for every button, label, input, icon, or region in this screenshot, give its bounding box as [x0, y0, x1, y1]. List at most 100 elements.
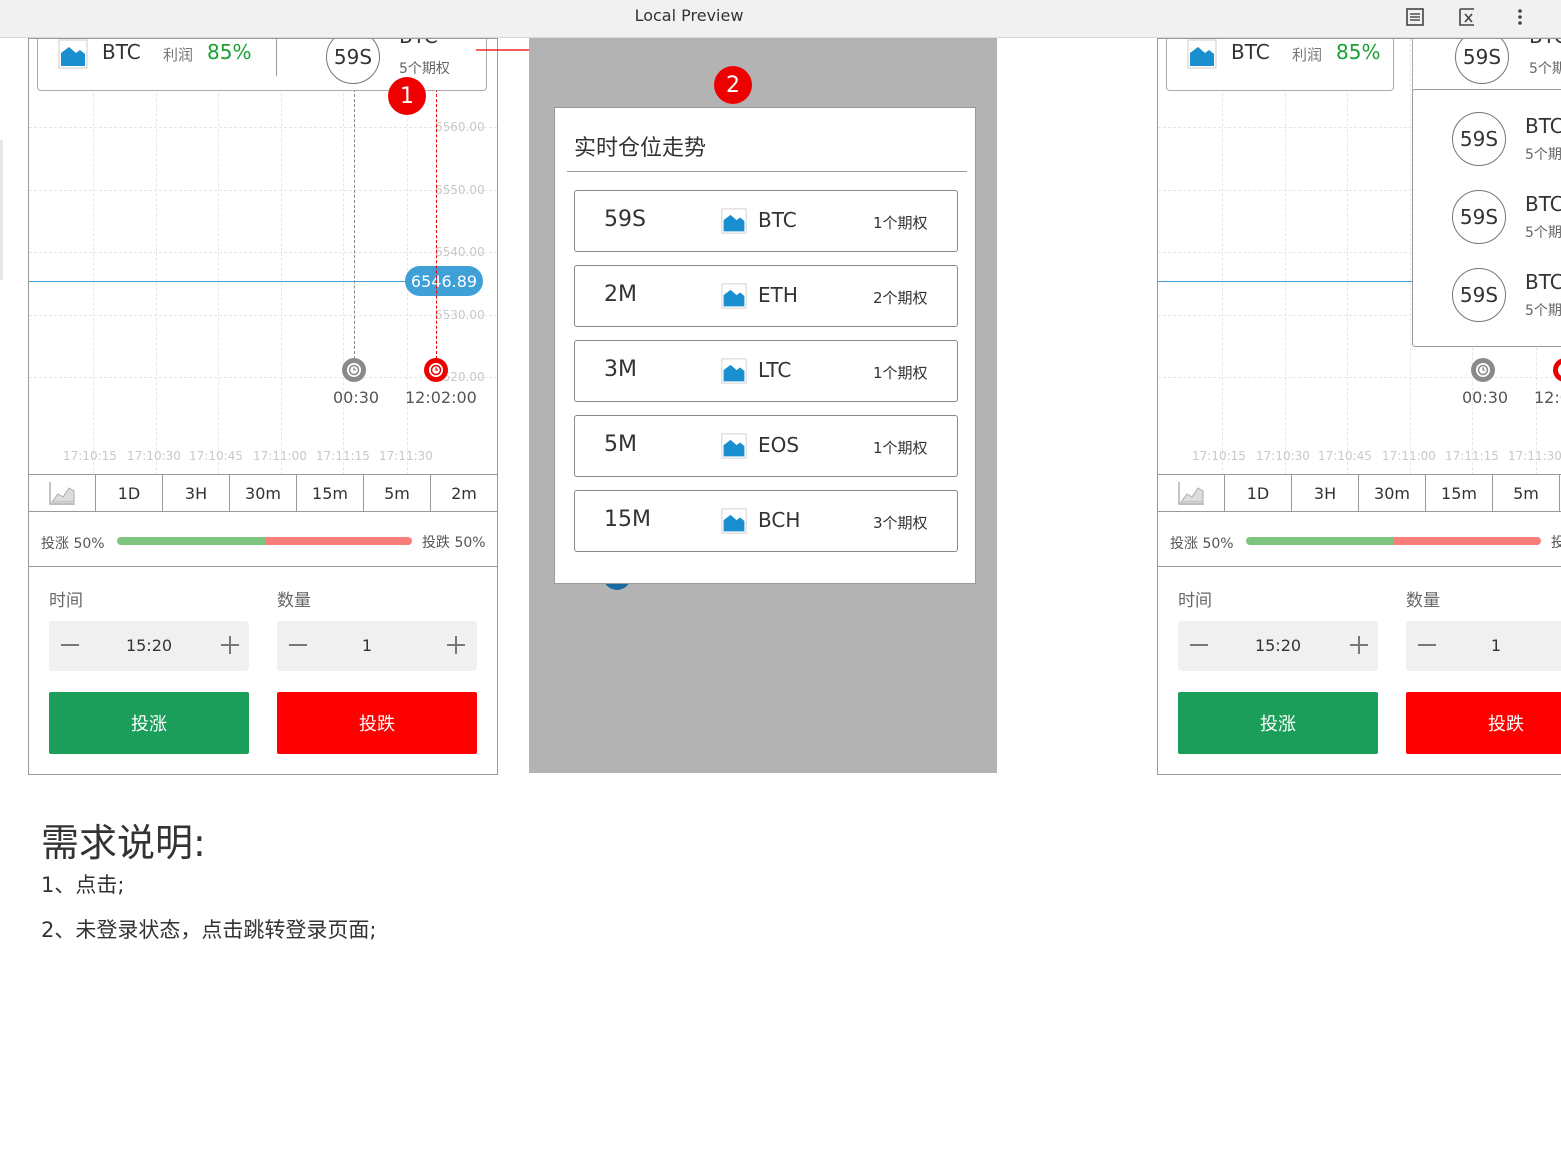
- countdown-circle[interactable]: 59S: [326, 39, 380, 84]
- tab-5m[interactable]: 5m: [1492, 475, 1559, 511]
- qty-value[interactable]: 1: [277, 636, 457, 655]
- countdown-circle: 59S: [1452, 190, 1506, 244]
- image-placeholder-icon: [721, 508, 747, 534]
- price-chart: 6560.00 6550.00 6540.00 6530.00 6520.00 …: [29, 39, 497, 475]
- position-count: 1个期权: [873, 439, 928, 457]
- buy-up-button[interactable]: 投涨: [1178, 692, 1378, 754]
- window-title: Local Preview: [634, 6, 744, 25]
- up-ratio-fill: [117, 537, 265, 545]
- timeframe-tabs: 1D 3H 30m 15m 5m: [1158, 474, 1561, 512]
- countdown-circle[interactable]: 59S: [1455, 39, 1509, 84]
- down-ratio-label: 投跌 50%: [1551, 532, 1561, 552]
- clock-icon: [1552, 357, 1561, 387]
- clock-icon: [1470, 357, 1496, 387]
- position-row[interactable]: 3M LTC 1个期权: [574, 340, 958, 402]
- dropdown-symbol: BTC: [1525, 114, 1561, 138]
- buy-down-button[interactable]: 投跌: [1406, 692, 1561, 754]
- marker-time: 12:02:00: [1534, 388, 1561, 407]
- time-label: 时间: [49, 591, 83, 611]
- qty-label: 数量: [277, 591, 311, 611]
- up-ratio-label: 投涨 50%: [41, 536, 105, 552]
- position-row[interactable]: 15M BCH 3个期权: [574, 490, 958, 552]
- marker-line-gray: [354, 89, 355, 359]
- position-period: 2M: [604, 282, 637, 307]
- x-tick: 17:11:30: [379, 449, 433, 463]
- dropdown-count: 5个期权: [1525, 303, 1561, 319]
- plus-icon[interactable]: [445, 634, 467, 656]
- marker-time: 00:30: [333, 388, 380, 407]
- clock-icon: [341, 357, 367, 387]
- plus-icon[interactable]: [219, 634, 241, 656]
- position-row[interactable]: 2M ETH 2个期权: [574, 265, 958, 327]
- tab-15m[interactable]: 15m: [1425, 475, 1492, 511]
- reader-icon[interactable]: [1402, 4, 1428, 30]
- image-placeholder-icon: [1187, 39, 1217, 69]
- scroll-edge: [0, 140, 3, 280]
- tab-30m[interactable]: 30m: [1358, 475, 1425, 511]
- qty-value[interactable]: 1: [1406, 636, 1561, 655]
- divider: [1158, 566, 1561, 567]
- dropdown-item[interactable]: 59S BTC 5个期权: [1413, 188, 1561, 248]
- left-phone-screen: 6560.00 6550.00 6540.00 6530.00 6520.00 …: [28, 38, 498, 775]
- position-symbol: EOS: [758, 433, 800, 457]
- y-tick: 6560.00: [435, 120, 485, 134]
- step-badge-1: 1: [388, 77, 426, 115]
- tab-3h[interactable]: 3H: [1291, 475, 1358, 511]
- dropdown-item[interactable]: 59S BTC 5个期权: [1413, 266, 1561, 326]
- position-symbol: BTC: [758, 208, 797, 232]
- position-symbol: LTC: [758, 358, 792, 382]
- position-count: 2个期权: [873, 289, 928, 307]
- position-row[interactable]: 59S BTC 1个期权: [574, 190, 958, 252]
- y-tick: 6540.00: [435, 245, 485, 259]
- profit-label: 利润: [163, 46, 194, 64]
- tab-30m[interactable]: 30m: [229, 475, 296, 511]
- asset-header-card[interactable]: BTC 利润 85%: [1166, 39, 1394, 91]
- divider: [29, 566, 497, 567]
- down-ratio-fill: [1393, 537, 1541, 545]
- countdown-circle: 59S: [1452, 112, 1506, 166]
- image-placeholder-icon: [721, 283, 747, 309]
- countdown-card[interactable]: 59S BTC 5个期权: [1412, 39, 1561, 91]
- image-placeholder-icon: [721, 433, 747, 459]
- profit-label: 利润: [1292, 46, 1323, 64]
- time-stepper: 15:20: [1178, 621, 1378, 671]
- price-line: [1158, 281, 1418, 282]
- dropdown-item[interactable]: 59S BTC 5个期权: [1413, 110, 1561, 170]
- tab-3h[interactable]: 3H: [162, 475, 229, 511]
- position-count: 1个期权: [873, 214, 928, 232]
- position-period: 59S: [604, 207, 646, 232]
- image-placeholder-icon: [721, 208, 747, 234]
- buy-up-button[interactable]: 投涨: [49, 692, 249, 754]
- tab-5m[interactable]: 5m: [363, 475, 430, 511]
- notes-heading: 需求说明:: [41, 821, 206, 865]
- divider: [567, 171, 967, 172]
- up-ratio-label: 投涨 50%: [1170, 536, 1234, 552]
- y-tick: 6530.00: [435, 308, 485, 322]
- qty-label: 数量: [1406, 591, 1440, 611]
- clock-icon: [423, 357, 449, 387]
- position-row[interactable]: 5M EOS 1个期权: [574, 415, 958, 477]
- formula-icon[interactable]: [1454, 4, 1480, 30]
- plus-icon[interactable]: [1348, 634, 1370, 656]
- buy-down-button[interactable]: 投跌: [277, 692, 477, 754]
- x-tick: 17:11:00: [1382, 449, 1436, 463]
- price-tag: 6546.89: [405, 266, 483, 296]
- up-ratio-fill: [1246, 537, 1394, 545]
- position-count: 1个期权: [873, 364, 928, 382]
- chart-type-icon[interactable]: [29, 475, 95, 511]
- qty-stepper: 1: [277, 621, 477, 671]
- time-stepper: 15:20: [49, 621, 249, 671]
- title-bar: Local Preview: [0, 0, 1561, 38]
- tab-15m[interactable]: 15m: [296, 475, 363, 511]
- image-placeholder-icon: [58, 39, 88, 69]
- tab-1d[interactable]: 1D: [95, 475, 162, 511]
- notes-item: 2、未登录状态，点击跳转登录页面;: [41, 918, 377, 942]
- tab-2m[interactable]: 2m: [430, 475, 497, 511]
- qty-stepper: 1: [1406, 621, 1561, 671]
- dropdown-count: 5个期权: [1525, 225, 1561, 241]
- position-symbol: ETH: [758, 283, 798, 307]
- marker-time: 12:02:00: [405, 388, 477, 407]
- chart-type-icon[interactable]: [1158, 475, 1224, 511]
- tab-1d[interactable]: 1D: [1224, 475, 1291, 511]
- more-icon[interactable]: [1507, 4, 1533, 30]
